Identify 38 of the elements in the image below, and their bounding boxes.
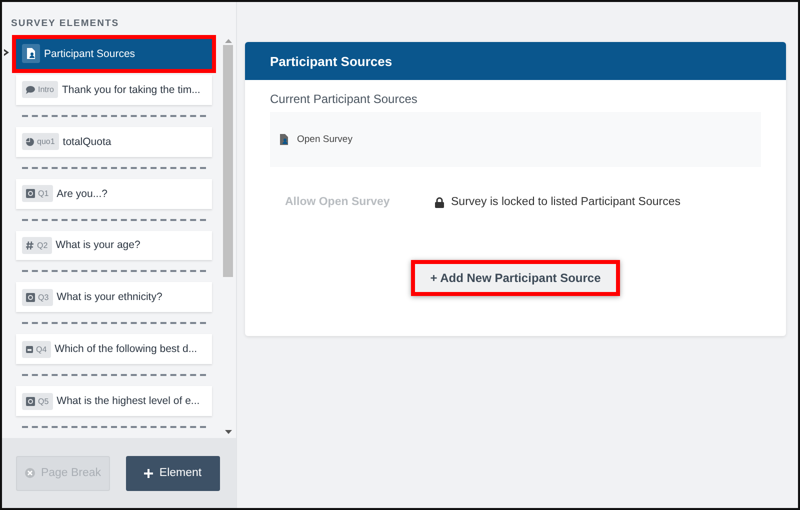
radio-icon: [26, 189, 35, 198]
source-label: Open Survey: [297, 134, 352, 145]
element-tag: quo1: [22, 133, 59, 150]
lock-message: Survey is locked to listed Participant Sources: [451, 196, 680, 208]
element-tag: Q5: [22, 392, 53, 410]
radio-icon: [26, 396, 35, 406]
hash-icon: [26, 240, 34, 250]
pie-chart-icon: [26, 138, 34, 146]
sidebar-title: SURVEY ELEMENTS: [10, 17, 120, 31]
add-element-button[interactable]: Element: [126, 456, 220, 490]
survey-element[interactable]: Participant Sources: [16, 39, 212, 69]
element-tag: Intro: [22, 81, 58, 98]
element-tag: Q2: [22, 236, 52, 254]
element-tag: Q1: [22, 185, 53, 202]
survey-element[interactable]: Q4 Which of the following best d...: [16, 334, 212, 364]
survey-element[interactable]: Q3 What is your ethnicity?: [16, 282, 212, 312]
scroll-up-icon[interactable]: [224, 39, 232, 43]
card-header: Participant Sources: [245, 42, 786, 80]
scroll-down-icon[interactable]: [224, 430, 232, 434]
survey-element[interactable]: Intro Thank you for taking the tim...: [16, 74, 212, 105]
survey-element[interactable]: Q1 Are you...?: [16, 178, 212, 208]
survey-element[interactable]: quo1 totalQuota: [16, 126, 212, 157]
speech-bubble-icon: [26, 86, 35, 94]
element-tag: Q4: [22, 340, 51, 358]
allow-open-survey-label: Allow Open Survey: [285, 196, 391, 208]
square-icon: [26, 346, 33, 353]
plus-icon: [144, 468, 154, 478]
document-person-icon: [26, 48, 36, 60]
lock-icon: [435, 196, 444, 208]
radio-icon: [26, 292, 35, 302]
chevron-icon: [4, 49, 9, 56]
survey-element[interactable]: Q5 What is the highest level of e...: [16, 386, 212, 416]
close-circle-icon: [24, 468, 35, 478]
document-person-icon: [279, 134, 289, 145]
section-title: Current Participant Sources: [270, 92, 418, 106]
add-participant-source-button[interactable]: + Add New Participant Source: [411, 260, 620, 296]
element-tag: Q3: [22, 288, 53, 306]
survey-element[interactable]: Q2 What is your age?: [16, 230, 212, 260]
